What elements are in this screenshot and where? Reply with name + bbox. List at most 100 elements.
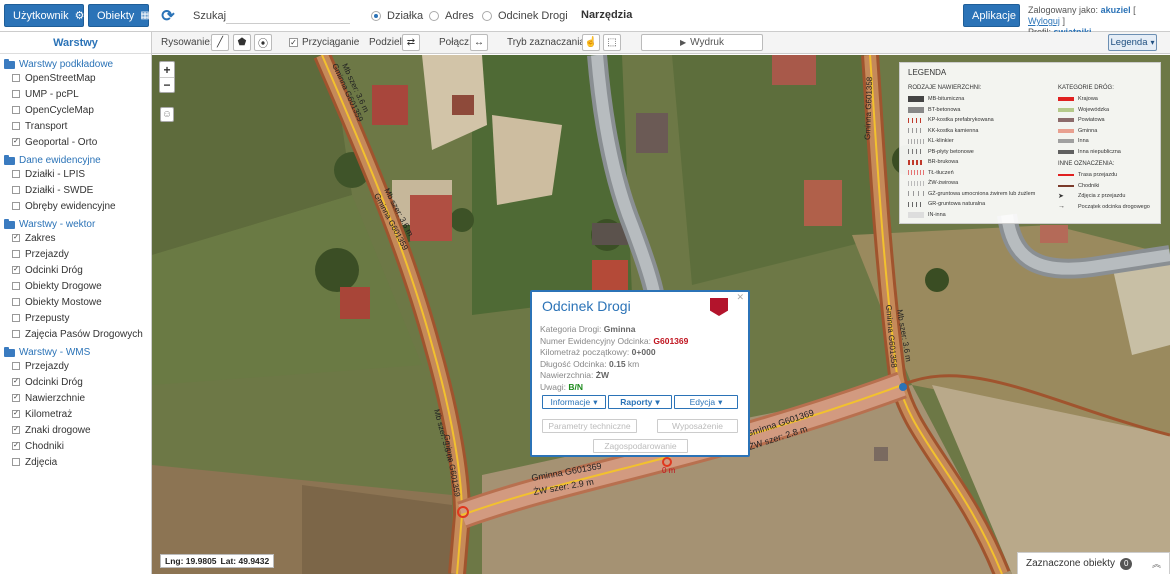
layer-checkbox[interactable]: [12, 186, 20, 194]
layer-item[interactable]: Przepusty: [4, 310, 151, 326]
layer-item[interactable]: ✓ Odcinki Dróg: [4, 374, 151, 390]
layer-item[interactable]: Działki - SWDE: [4, 182, 151, 198]
layer-group[interactable]: Dane ewidencyjne: [4, 154, 151, 166]
legend-item: → Początek odcinka drogowego: [1058, 202, 1150, 213]
layer-checkbox[interactable]: ✓: [12, 378, 20, 386]
login-user[interactable]: akuziel: [1101, 5, 1131, 15]
field-label: Uwagi:: [540, 381, 566, 392]
layer-item[interactable]: ✓ Nawierzchnie: [4, 390, 151, 406]
layer-group-label: Warstwy podkładowe: [19, 59, 114, 70]
layer-checkbox[interactable]: [12, 90, 20, 98]
layer-checkbox[interactable]: [12, 330, 20, 338]
layer-group[interactable]: Warstwy - wektor: [4, 218, 151, 230]
layer-item[interactable]: Zdjęcia: [4, 454, 151, 470]
technical-params-button[interactable]: Parametry techniczne: [542, 419, 637, 433]
map-view[interactable]: Mb szer: 3.6 m Gminna G601359 Mb szer: 3…: [152, 55, 1170, 574]
layer-label: Działki - LPIS: [25, 168, 86, 180]
layer-checkbox[interactable]: [12, 314, 20, 322]
layer-checkbox[interactable]: ✓: [12, 442, 20, 450]
layer-item[interactable]: ✓ Kilometraż: [4, 406, 151, 422]
draw-point-icon[interactable]: ⦿: [254, 34, 272, 51]
radio-adres[interactable]: Adres: [429, 10, 474, 22]
layer-checkbox[interactable]: [12, 74, 20, 82]
layer-group[interactable]: Warstwy - WMS: [4, 346, 151, 358]
refresh-icon[interactable]: ⟳: [158, 6, 178, 26]
legend-item: BR-brukowa: [908, 157, 1035, 168]
legend-swatch: [908, 138, 924, 144]
layer-checkbox[interactable]: [12, 122, 20, 130]
join-icon[interactable]: ↔: [470, 34, 488, 51]
double-chevron-up-icon[interactable]: ︽: [1152, 557, 1161, 570]
zoom-out-button[interactable]: −: [160, 77, 174, 92]
layer-checkbox[interactable]: [12, 170, 20, 178]
layer-item[interactable]: Przejazdy: [4, 358, 151, 374]
layer-item[interactable]: ✓ Zakres: [4, 230, 151, 246]
layer-item[interactable]: Obiekty Drogowe: [4, 278, 151, 294]
radio-dzialka[interactable]: Działka: [371, 10, 423, 22]
layer-item[interactable]: OpenCycleMap: [4, 102, 151, 118]
layer-item[interactable]: ✓ Geoportal - Orto: [4, 134, 151, 150]
zoom-in-button[interactable]: +: [160, 62, 174, 77]
layer-group-label: Warstwy - WMS: [19, 347, 91, 358]
select-mode-label: Tryb zaznaczania:: [507, 37, 588, 48]
info-dropdown-button[interactable]: Informacje ▾: [542, 395, 606, 409]
layer-checkbox[interactable]: ✓: [12, 138, 20, 146]
pegman-icon[interactable]: ☺: [160, 107, 174, 122]
close-icon[interactable]: ✕: [736, 292, 744, 303]
layer-checkbox[interactable]: [12, 298, 20, 306]
snap-toggle[interactable]: ✓ Przyciąganie: [289, 37, 359, 48]
radio-odcinek-drogi[interactable]: Odcinek Drogi: [482, 10, 568, 22]
layer-item[interactable]: Działki - LPIS: [4, 166, 151, 182]
search-input[interactable]: [226, 7, 350, 24]
print-button[interactable]: ▶ Wydruk: [641, 34, 763, 51]
layer-checkbox[interactable]: ✓: [12, 410, 20, 418]
land-use-button[interactable]: Zagospodarowanie: [593, 439, 688, 453]
logout-link[interactable]: Wyloguj: [1028, 16, 1060, 26]
layer-checkbox[interactable]: ✓: [12, 266, 20, 274]
layer-checkbox[interactable]: [12, 106, 20, 114]
box-select-icon[interactable]: ⬚: [603, 34, 621, 51]
legend-item: Wojewódzka: [1058, 105, 1150, 116]
layer-checkbox[interactable]: ✓: [12, 426, 20, 434]
user-button-label: Użytkownik: [13, 9, 69, 22]
layer-item[interactable]: ✓ Znaki drogowe: [4, 422, 151, 438]
layer-item[interactable]: UMP - pcPL: [4, 86, 151, 102]
layer-checkbox[interactable]: [12, 458, 20, 466]
layer-checkbox[interactable]: [12, 282, 20, 290]
layer-item[interactable]: Transport: [4, 118, 151, 134]
gear-icon: ⚙: [74, 10, 85, 22]
reports-button-label: Raporty: [620, 397, 653, 407]
layer-item[interactable]: OpenStreetMap: [4, 70, 151, 86]
snap-checkbox[interactable]: ✓: [289, 38, 298, 47]
layer-item[interactable]: Zajęcia Pasów Drogowych: [4, 326, 151, 342]
draw-polygon-icon[interactable]: ⬟: [233, 34, 251, 51]
search-label: Szukaj:: [193, 10, 230, 22]
draw-line-icon[interactable]: ╱: [211, 34, 229, 51]
layer-group[interactable]: Warstwy podkładowe: [4, 58, 151, 70]
layer-label: Przejazdy: [25, 248, 69, 260]
chevron-down-icon: ▾: [593, 396, 598, 407]
user-button[interactable]: Użytkownik ⚙: [4, 4, 85, 27]
objects-button[interactable]: Obiekty ▦: [88, 4, 150, 27]
reports-dropdown-button[interactable]: Raporty ▾: [608, 395, 672, 409]
layer-item[interactable]: Obiekty Mostowe: [4, 294, 151, 310]
layer-checkbox[interactable]: [12, 202, 20, 210]
hand-select-icon[interactable]: ☝: [582, 34, 600, 51]
layer-checkbox[interactable]: ✓: [12, 394, 20, 402]
layer-item[interactable]: ✓ Chodniki: [4, 438, 151, 454]
legend-swatch: [908, 180, 924, 186]
selected-objects-panel[interactable]: Zaznaczone obiekty 0 ︽: [1017, 552, 1170, 574]
layer-checkbox[interactable]: [12, 362, 20, 370]
layer-item[interactable]: Przejazdy: [4, 246, 151, 262]
split-icon[interactable]: ⇄: [402, 34, 420, 51]
layer-checkbox[interactable]: ✓: [12, 234, 20, 242]
edit-dropdown-button[interactable]: Edycja ▾: [674, 395, 738, 409]
equipment-button[interactable]: Wyposażenie: [657, 419, 738, 433]
legend-label: Krajowa: [1078, 96, 1098, 103]
layer-item[interactable]: Obręby ewidencyjne: [4, 198, 151, 214]
legend-surfaces: RODZAJE NAWIERZCHNI: MB-bitumiczna BT-be…: [908, 85, 1035, 220]
legend-button[interactable]: Legenda ▾: [1108, 34, 1157, 51]
layer-checkbox[interactable]: [12, 250, 20, 258]
layer-item[interactable]: ✓ Odcinki Dróg: [4, 262, 151, 278]
apps-button[interactable]: Aplikacje ▾: [963, 4, 1026, 27]
